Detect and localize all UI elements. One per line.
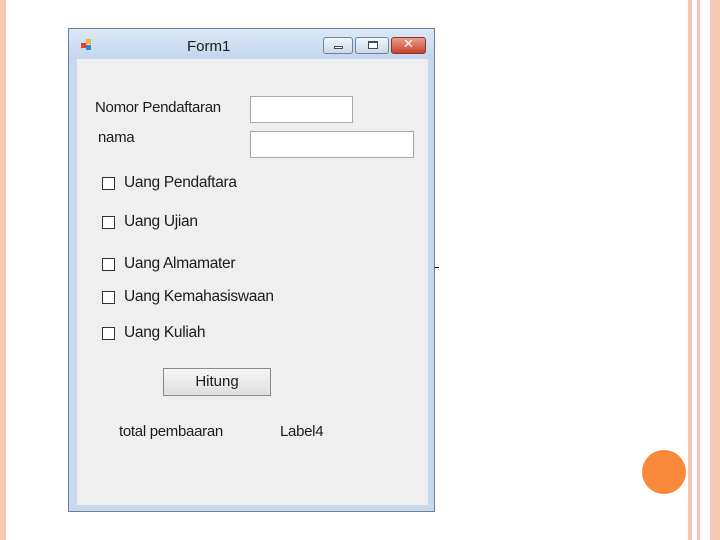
- checkbox-box[interactable]: [102, 177, 115, 190]
- checkbox-box[interactable]: [102, 216, 115, 229]
- slide-stripe-right-3: [710, 0, 720, 540]
- checkbox-box[interactable]: [102, 327, 115, 340]
- checkbox-label: Uang Pendaftara: [124, 174, 237, 191]
- window-title: Form1: [187, 38, 231, 55]
- orange-circle-decoration: [642, 450, 686, 494]
- checkbox-label: Uang Kemahasiswaan: [124, 288, 274, 305]
- minimize-icon: [334, 46, 343, 49]
- nomor-pendaftaran-label: Nomor Pendaftaran: [95, 99, 221, 116]
- checkbox-box[interactable]: [102, 291, 115, 304]
- title-bar[interactable]: Form1 ✕: [69, 29, 434, 59]
- nama-label: nama: [98, 129, 135, 146]
- checkbox-label: Uang Almamater: [124, 255, 236, 272]
- slide-stripe-right-1: [688, 0, 692, 540]
- slide-stripe-right-2: [697, 0, 700, 540]
- close-icon: ✕: [403, 37, 414, 52]
- nama-input[interactable]: [250, 131, 414, 158]
- total-pembayaran-label: total pembaaran: [119, 423, 223, 440]
- minimize-button[interactable]: [323, 37, 353, 54]
- hitung-button[interactable]: Hitung: [163, 368, 271, 396]
- form-client-area: Nomor Pendaftaran nama Uang Pendaftara U…: [77, 59, 428, 505]
- form1-window: Form1 ✕ Nomor Pendaftaran nama Uang Pend…: [68, 28, 435, 512]
- close-button[interactable]: ✕: [391, 37, 426, 54]
- checkbox-box[interactable]: [102, 258, 115, 271]
- nomor-pendaftaran-input[interactable]: [250, 96, 353, 123]
- app-icon[interactable]: [81, 39, 93, 51]
- checkbox-label: Uang Kuliah: [124, 324, 206, 341]
- checkbox-label: Uang Ujian: [124, 213, 198, 230]
- slide-stripe-left: [0, 0, 6, 540]
- maximize-icon: [368, 41, 378, 49]
- maximize-button[interactable]: [355, 37, 389, 54]
- result-label: Label4: [280, 423, 324, 440]
